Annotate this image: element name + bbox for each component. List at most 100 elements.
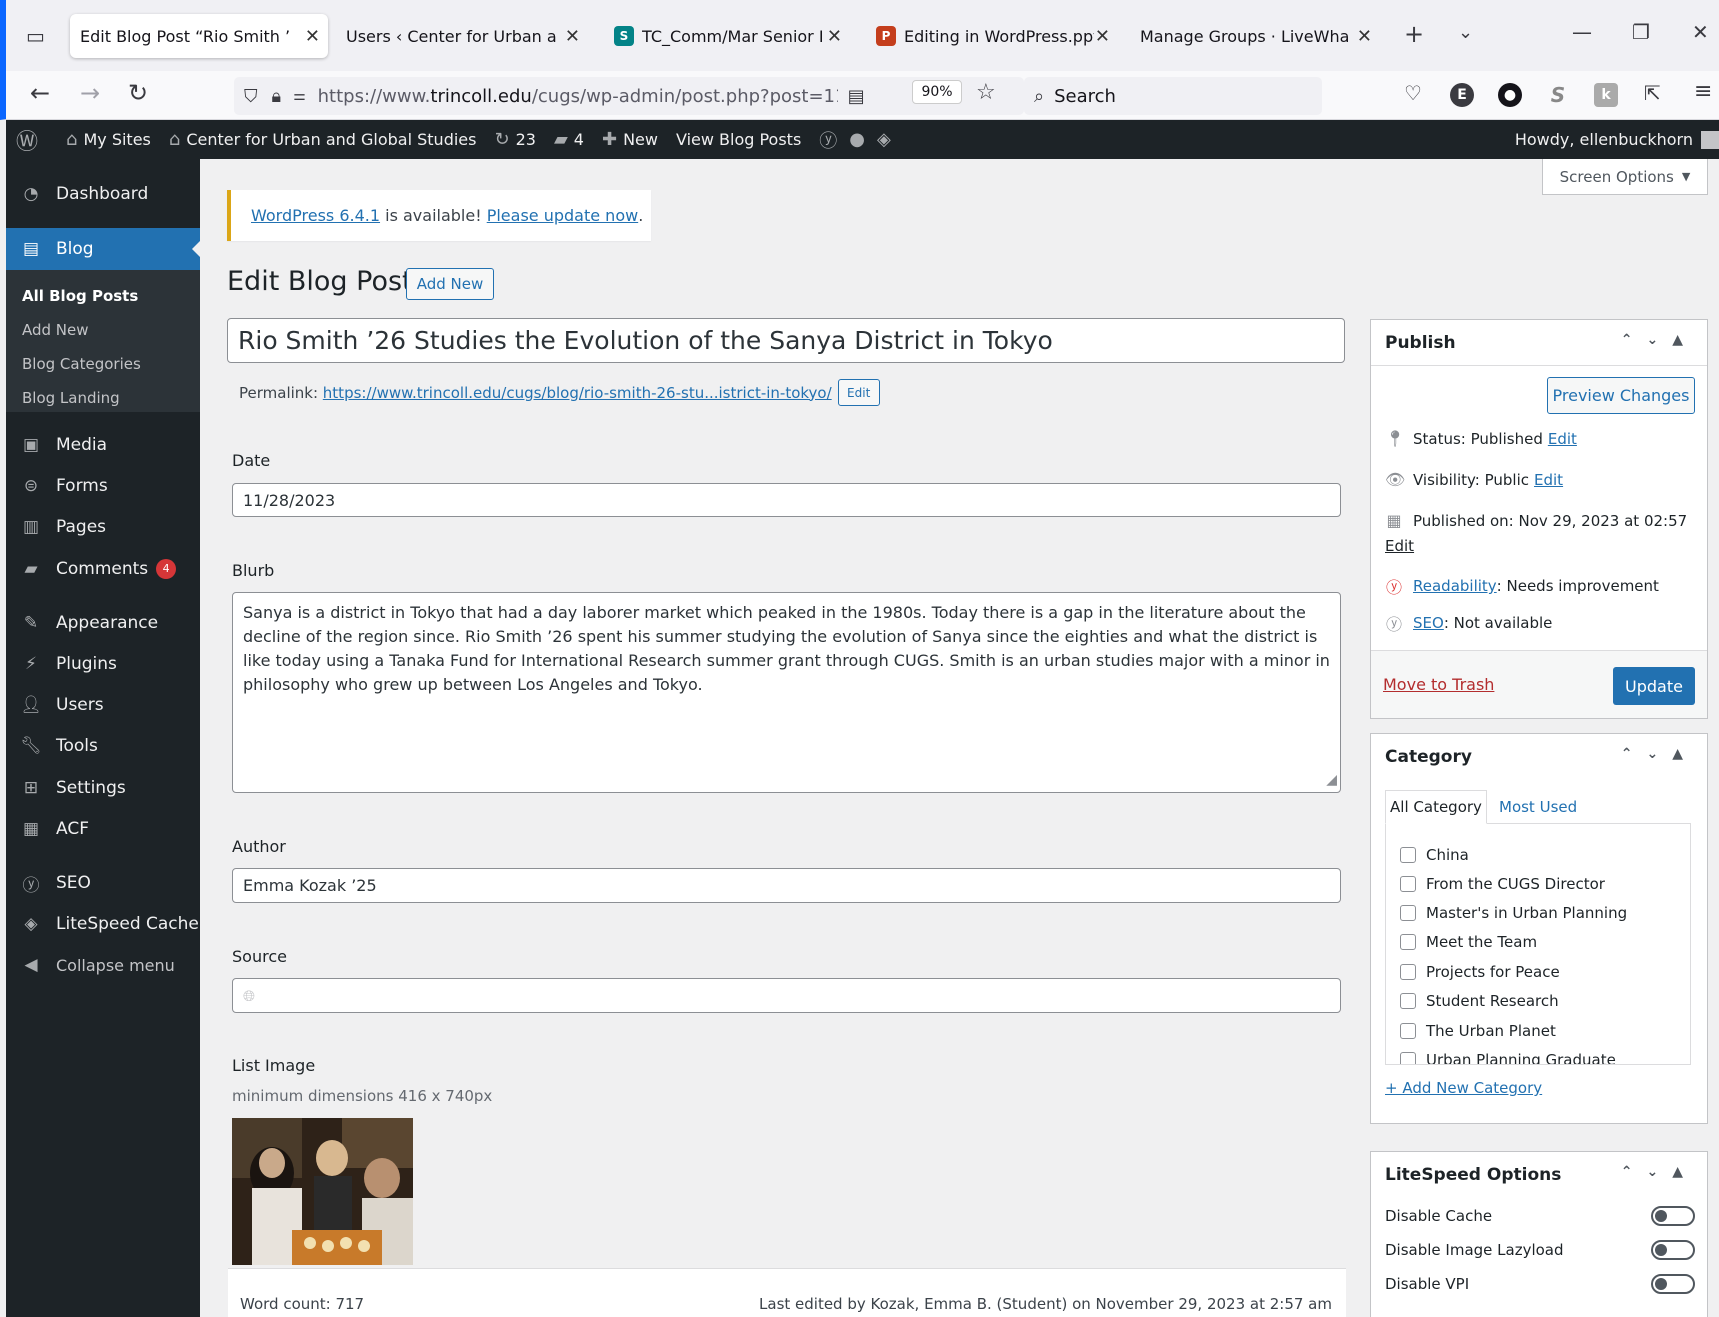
status-dot-icon[interactable]: ● bbox=[849, 129, 865, 150]
tab-list-icon[interactable]: ▭ bbox=[26, 24, 45, 48]
new-content-menu[interactable]: ✚ New bbox=[602, 129, 658, 150]
screen-options-button[interactable]: Screen Options ▼ bbox=[1542, 159, 1708, 195]
reader-view-icon[interactable]: ▤ bbox=[848, 86, 865, 107]
tab-powerpoint[interactable]: P Editing in WordPress.pptx ✕ bbox=[866, 14, 1118, 58]
my-sites-menu[interactable]: ⌂ My Sites bbox=[66, 129, 151, 150]
readability-link[interactable]: Readability bbox=[1413, 577, 1497, 595]
submenu-blog-categories[interactable]: Blog Categories bbox=[22, 355, 141, 373]
status-edit-link[interactable]: Edit bbox=[1548, 430, 1577, 448]
category-item-china[interactable]: China bbox=[1400, 846, 1469, 864]
yoast-icon[interactable]: ⓨ bbox=[819, 127, 837, 153]
category-checkbox[interactable] bbox=[1400, 1023, 1416, 1039]
chevron-down-icon[interactable]: ⌄ bbox=[1458, 22, 1473, 43]
back-icon[interactable]: ← bbox=[30, 79, 50, 107]
sidebar-item-litespeed[interactable]: ◈ LiteSpeed Cache bbox=[6, 904, 200, 944]
collapse-menu-button[interactable]: ◀ Collapse menu bbox=[6, 945, 200, 985]
resize-handle-icon[interactable]: ◢ bbox=[1326, 768, 1337, 792]
disable-vpi-toggle[interactable] bbox=[1651, 1274, 1695, 1294]
postbox-controls[interactable]: ⌃⌄▲ bbox=[1621, 1164, 1697, 1180]
permalink-link[interactable]: https://www.trincoll.edu/cugs/blog/rio-s… bbox=[323, 384, 832, 402]
close-icon[interactable]: ✕ bbox=[1357, 26, 1372, 47]
sidebar-item-seo[interactable]: ⓨ SEO bbox=[6, 863, 200, 903]
wordpress-logo-icon[interactable]: Ⓦ bbox=[16, 124, 44, 156]
category-item-urban-planet[interactable]: The Urban Planet bbox=[1400, 1022, 1556, 1040]
tab-edit-blog-post[interactable]: Edit Blog Post “Rio Smith ’26 S ✕ bbox=[70, 14, 328, 58]
new-tab-icon[interactable]: + bbox=[1404, 20, 1424, 48]
preview-changes-button[interactable]: Preview Changes bbox=[1547, 377, 1695, 414]
author-input[interactable]: Emma Kozak ’25 bbox=[232, 868, 1341, 903]
minimize-icon[interactable]: — bbox=[1572, 20, 1592, 44]
restore-icon[interactable]: ❐ bbox=[1632, 20, 1650, 44]
source-input[interactable]: 🌐︎ bbox=[232, 978, 1341, 1013]
blurb-textarea[interactable]: Sanya is a district in Tokyo that had a … bbox=[232, 592, 1341, 793]
sidebar-item-plugins[interactable]: ⚡ Plugins bbox=[6, 644, 200, 684]
sidebar-item-dashboard[interactable]: ◔ Dashboard bbox=[6, 174, 200, 214]
submenu-blog-landing[interactable]: Blog Landing bbox=[22, 389, 120, 407]
category-checkbox[interactable] bbox=[1400, 876, 1416, 892]
bookmark-star-icon[interactable]: ☆ bbox=[976, 80, 996, 105]
close-icon[interactable]: ✕ bbox=[1095, 26, 1110, 47]
category-checkbox[interactable] bbox=[1400, 1052, 1416, 1064]
published-edit-link[interactable]: Edit bbox=[1385, 537, 1414, 555]
category-checkbox[interactable] bbox=[1400, 964, 1416, 980]
forward-icon[interactable]: → bbox=[80, 79, 100, 107]
tab-users[interactable]: Users ‹ Center for Urban and G ✕ bbox=[336, 14, 588, 58]
sidebar-item-comments[interactable]: ▰ Comments 4 bbox=[6, 549, 200, 589]
sidebar-item-pages[interactable]: ▥ Pages bbox=[6, 507, 200, 547]
category-item-projects-peace[interactable]: Projects for Peace bbox=[1400, 963, 1560, 981]
date-input[interactable]: 11/28/2023 bbox=[232, 483, 1341, 517]
disable-cache-toggle[interactable] bbox=[1651, 1206, 1695, 1226]
extension-multi-icon[interactable]: ● bbox=[1498, 83, 1522, 107]
tab-livewhale[interactable]: Manage Groups · LiveWhale C ✕ bbox=[1130, 14, 1380, 58]
window-close-icon[interactable]: ✕ bbox=[1692, 20, 1709, 44]
sidebar-item-appearance[interactable]: ✎ Appearance bbox=[6, 603, 200, 643]
category-item-meet-team[interactable]: Meet the Team bbox=[1400, 933, 1537, 951]
sidebar-item-acf[interactable]: ▦ ACF bbox=[6, 809, 200, 849]
tab-most-used[interactable]: Most Used bbox=[1499, 798, 1577, 816]
category-item-cugs-director[interactable]: From the CUGS Director bbox=[1400, 875, 1605, 893]
category-checkbox[interactable] bbox=[1400, 993, 1416, 1009]
category-item-masters[interactable]: Master's in Urban Planning bbox=[1400, 904, 1627, 922]
visibility-edit-link[interactable]: Edit bbox=[1534, 471, 1563, 489]
close-icon[interactable]: ✕ bbox=[305, 26, 320, 47]
account-menu[interactable]: Howdy, ellenbuckhorn bbox=[1515, 130, 1719, 149]
category-checkbox[interactable] bbox=[1400, 905, 1416, 921]
litespeed-icon[interactable]: ◈ bbox=[877, 129, 891, 150]
wordpress-version-link[interactable]: WordPress 6.4.1 bbox=[251, 206, 380, 225]
comments-menu[interactable]: ▰ 4 bbox=[554, 129, 584, 150]
search-bar[interactable]: ⌕ Search bbox=[1024, 77, 1322, 115]
category-checkbox[interactable] bbox=[1400, 934, 1416, 950]
category-item-urban-planning-grad[interactable]: Urban Planning Graduate bbox=[1400, 1051, 1616, 1064]
sidebar-item-blog[interactable]: ▤ Blog bbox=[6, 228, 200, 270]
sidebar-item-forms[interactable]: ⊜ Forms bbox=[6, 466, 200, 506]
list-image-thumbnail[interactable] bbox=[232, 1118, 413, 1265]
tab-all-category[interactable]: All Category bbox=[1385, 790, 1487, 824]
view-blog-posts-link[interactable]: View Blog Posts bbox=[676, 130, 801, 149]
updates-menu[interactable]: ↻ 23 bbox=[494, 129, 535, 150]
sidebar-item-media[interactable]: ▣ Media bbox=[6, 425, 200, 465]
extension-k-icon[interactable]: k bbox=[1594, 83, 1618, 107]
reload-icon[interactable]: ↻ bbox=[128, 79, 148, 107]
zoom-level[interactable]: 90% bbox=[912, 80, 962, 104]
close-icon[interactable]: ✕ bbox=[565, 26, 580, 47]
category-item-student-research[interactable]: Student Research bbox=[1400, 992, 1559, 1010]
update-button[interactable]: Update bbox=[1613, 667, 1695, 705]
permalink-edit-button[interactable]: Edit bbox=[837, 379, 880, 406]
menu-icon[interactable]: ≡ bbox=[1694, 79, 1712, 104]
sidebar-item-tools[interactable]: 🔧︎ Tools bbox=[6, 726, 200, 766]
disable-lazyload-toggle[interactable] bbox=[1651, 1240, 1695, 1260]
postbox-controls[interactable]: ⌃⌄▲ bbox=[1621, 746, 1697, 762]
url-bar[interactable]: ⛉ 🔒︎ ⚌ https://www.trincoll.edu/cugs/wp-… bbox=[234, 77, 1024, 115]
pocket-icon[interactable]: ♡ bbox=[1404, 81, 1422, 105]
extension-e-icon[interactable]: E bbox=[1450, 83, 1474, 107]
submenu-all-blog-posts[interactable]: All Blog Posts bbox=[22, 287, 138, 305]
extensions-icon[interactable]: ⇱ bbox=[1644, 81, 1661, 105]
submenu-add-new[interactable]: Add New bbox=[22, 321, 89, 339]
move-to-trash-link[interactable]: Move to Trash bbox=[1383, 675, 1494, 694]
category-checkbox[interactable] bbox=[1400, 847, 1416, 863]
sidebar-item-users[interactable]: 👤︎ Users bbox=[6, 685, 200, 725]
tab-sharepoint[interactable]: S TC_Comm/Mar Senior Lea ✕ bbox=[604, 14, 850, 58]
add-new-button[interactable]: Add New bbox=[406, 268, 494, 300]
seo-link[interactable]: SEO bbox=[1413, 614, 1444, 632]
sidebar-item-settings[interactable]: ⊞ Settings bbox=[6, 768, 200, 808]
